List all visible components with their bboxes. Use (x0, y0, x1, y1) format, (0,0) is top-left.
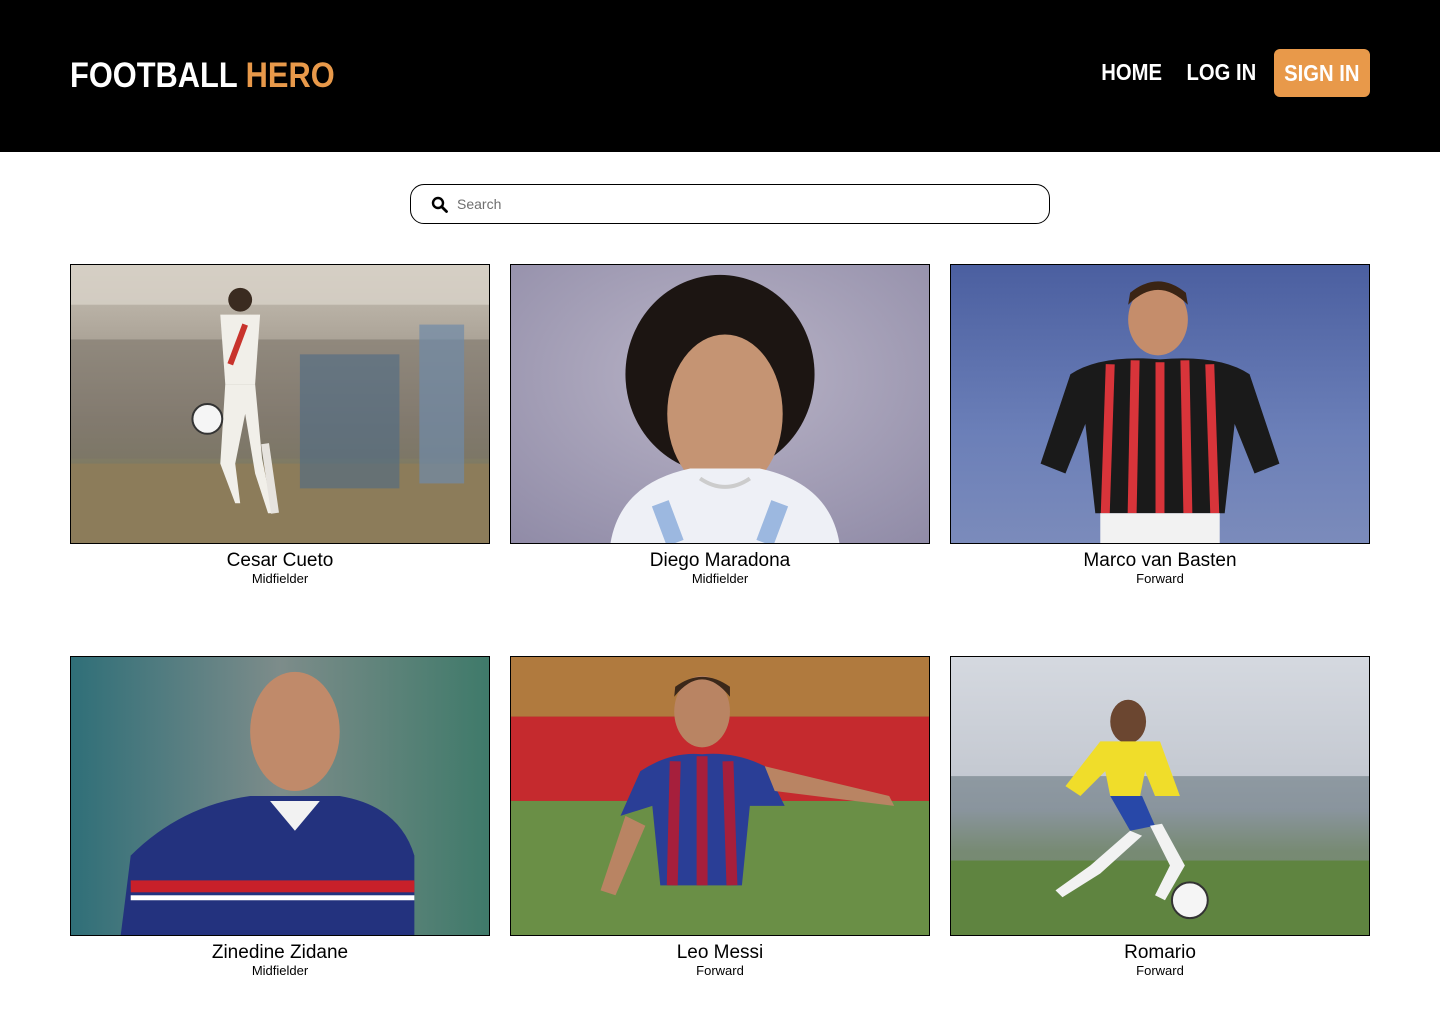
player-name: Cesar Cueto (226, 550, 334, 571)
player-name: Leo Messi (676, 942, 764, 963)
search-bar (410, 184, 1050, 224)
sign-in-button[interactable]: SIGN IN (1274, 49, 1370, 97)
site-logo[interactable]: FOOTBALL HERO (70, 56, 335, 96)
logo-main-text: FOOTBALL (70, 56, 238, 95)
player-name: Diego Maradona (649, 550, 791, 571)
player-photo[interactable] (950, 656, 1370, 936)
player-position: Midfielder (251, 571, 309, 586)
player-position: Midfielder (251, 963, 309, 978)
player-card[interactable]: Cesar Cueto Midfielder (70, 264, 490, 586)
player-card[interactable]: Diego Maradona Midfielder (510, 264, 930, 586)
sign-in-label: SIGN IN (1284, 59, 1360, 86)
player-card[interactable]: Romario Forward (950, 656, 1370, 978)
player-name: Romario (1124, 942, 1196, 963)
player-photo[interactable] (510, 264, 930, 544)
site-header: FOOTBALL HERO HOME LOG IN SIGN IN (0, 0, 1440, 152)
nav-home-link[interactable]: HOME (1101, 59, 1162, 86)
player-position: Midfielder (691, 571, 749, 586)
player-name: Marco van Basten (1083, 550, 1237, 571)
nav-login-link[interactable]: LOG IN (1186, 59, 1256, 86)
player-photo[interactable] (510, 656, 930, 936)
player-photo[interactable] (70, 656, 490, 936)
player-card[interactable]: Zinedine Zidane Midfielder (70, 656, 490, 978)
player-photo[interactable] (950, 264, 1370, 544)
player-name: Zinedine Zidane (211, 942, 349, 963)
search-input[interactable] (457, 191, 1037, 217)
logo-accent-text: HERO (245, 56, 335, 95)
player-card[interactable]: Leo Messi Forward (510, 656, 930, 978)
player-position: Forward (696, 963, 744, 978)
player-position: Forward (1136, 571, 1184, 586)
player-position: Forward (1136, 963, 1184, 978)
player-card[interactable]: Marco van Basten Forward (950, 264, 1370, 586)
main-nav: HOME LOG IN SIGN IN (1070, 49, 1370, 97)
search-icon[interactable] (431, 196, 448, 213)
player-photo[interactable] (70, 264, 490, 544)
